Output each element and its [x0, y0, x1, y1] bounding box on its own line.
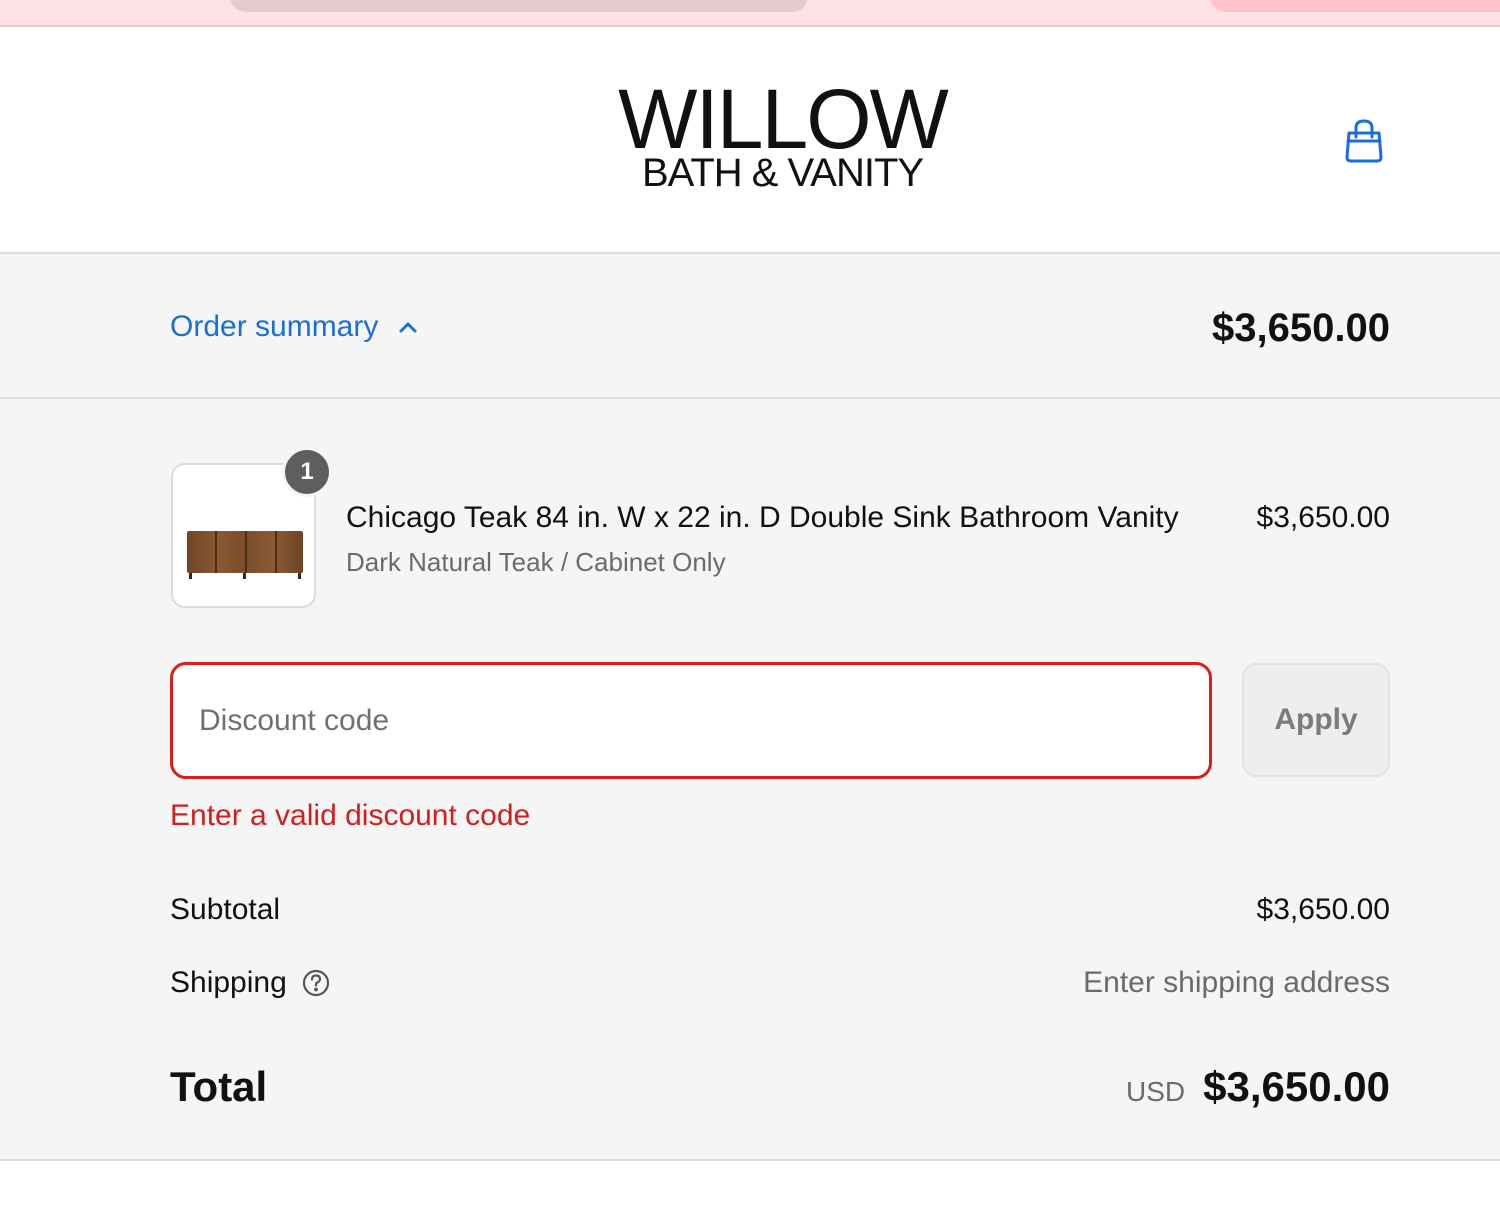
- logo-wordmark: WILLOW: [618, 72, 949, 166]
- order-summary-toggle[interactable]: Order summary: [170, 310, 420, 344]
- vanity-leg: [243, 573, 246, 579]
- browser-top-strip: [0, 0, 1500, 27]
- total-value: USD $3,650.00: [1126, 1063, 1390, 1111]
- shopping-bag-icon[interactable]: [1340, 117, 1388, 165]
- shipping-row-label: Shipping: [170, 966, 331, 1000]
- order-summary-label: Order summary: [170, 310, 379, 343]
- subtotal-label: Subtotal: [170, 893, 281, 926]
- order-summary-bar: Order summary $3,650.00: [0, 254, 1500, 399]
- product-price: $3,650.00: [1256, 501, 1390, 534]
- top-strip-pill: [230, 0, 808, 12]
- shipping-value: Enter shipping address: [1083, 966, 1390, 999]
- store-logo[interactable]: WILLOW BATH & VANITY: [560, 72, 1005, 193]
- total-currency: USD: [1126, 1076, 1186, 1107]
- vanity-image: [187, 531, 303, 573]
- order-summary-panel: 1 Chicago Teak 84 in. W x 22 in. D Doubl…: [0, 399, 1500, 1161]
- vanity-leg: [189, 573, 192, 579]
- product-name: Chicago Teak 84 in. W x 22 in. D Double …: [346, 501, 1179, 534]
- vanity-leg: [298, 573, 301, 579]
- subtotal-value: $3,650.00: [1256, 893, 1390, 926]
- help-circle-icon[interactable]: [301, 968, 331, 998]
- store-header: WILLOW BATH & VANITY: [0, 27, 1500, 254]
- chevron-up-icon: [399, 322, 417, 333]
- discount-code-input[interactable]: [170, 662, 1212, 779]
- apply-discount-button[interactable]: Apply: [1242, 663, 1390, 777]
- shipping-label: Shipping: [170, 966, 287, 999]
- total-label: Total: [170, 1063, 268, 1110]
- product-variant: Dark Natural Teak / Cabinet Only: [346, 547, 726, 577]
- quantity-badge: 1: [282, 447, 332, 497]
- discount-error-message: Enter a valid discount code: [170, 799, 531, 832]
- total-amount: $3,650.00: [1203, 1063, 1390, 1110]
- top-strip-pill: [1210, 0, 1500, 12]
- order-summary-total: $3,650.00: [1212, 306, 1390, 350]
